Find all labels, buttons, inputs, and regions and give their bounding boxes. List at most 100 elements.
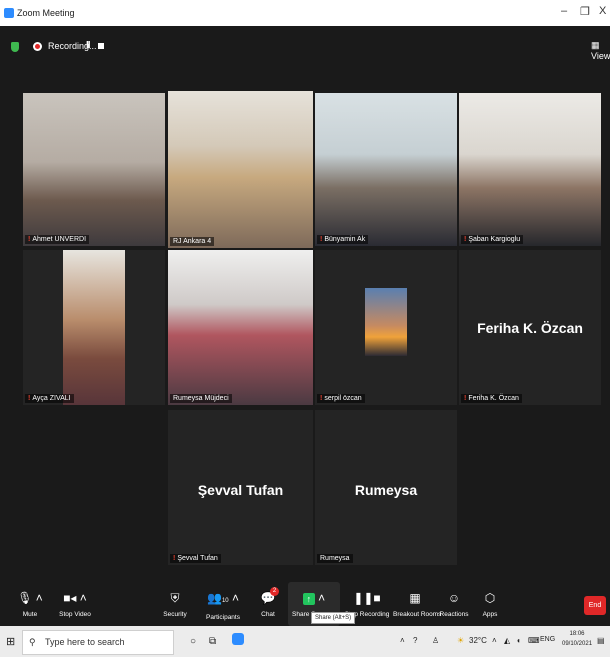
participant-display-name: Şevval Tufan — [197, 482, 284, 498]
mic-muted-icon: ! — [28, 236, 31, 243]
video-feed — [63, 250, 125, 405]
stop-video-button[interactable]: ■◂ ˄ Stop Video — [52, 582, 98, 626]
video-feed — [315, 93, 457, 246]
reactions-label: Reactions — [439, 611, 469, 618]
chat-button[interactable]: 💬 Chat 2 — [256, 582, 280, 626]
end-meeting-button[interactable]: End — [584, 596, 606, 615]
participant-name-tag: Rumeysa Müjdeci — [170, 394, 232, 403]
participants-icon: 👥10 ˄ — [207, 591, 239, 605]
breakout-rooms-icon: ▦ — [409, 591, 421, 605]
people-icon[interactable]: ♙ — [432, 636, 439, 645]
participant-name-tag: ! serpil özcan — [317, 394, 365, 403]
reactions-button[interactable]: ☺ Reactions — [439, 582, 469, 626]
mute-button[interactable]: 🎙 ˄ Mute — [12, 582, 48, 626]
view-label: View — [591, 51, 610, 61]
security-button[interactable]: ⛨ Security — [160, 582, 190, 626]
window-title-bar: Zoom Meeting – ❐ X — [0, 0, 610, 26]
network-icon[interactable]: ◭ — [504, 636, 510, 645]
participant-name-tag: ! Bünyamin Ak — [317, 235, 369, 244]
participants-label: Participants — [206, 614, 240, 621]
chat-unread-badge: 2 — [270, 587, 279, 596]
share-screen-icon: ↑ ˄ — [288, 591, 340, 605]
window-title: Zoom Meeting — [17, 8, 75, 18]
view-button[interactable]: ▦ View — [591, 40, 610, 61]
breakout-rooms-button[interactable]: ▦ Breakout Rooms — [393, 582, 442, 626]
stop-recording-icon[interactable] — [98, 43, 104, 49]
participant-name: Şaban Kargioglu — [468, 236, 521, 243]
tray-chevron-up-icon[interactable]: ˄ — [492, 636, 497, 645]
video-tile[interactable]: ! Ayça ZIVALI — [23, 250, 165, 405]
help-icon[interactable]: ? — [413, 636, 417, 645]
participant-name: Ahmet UNVERDI — [32, 236, 87, 243]
clock-date: 09/10/2021 — [562, 641, 593, 647]
minimize-button[interactable]: – — [561, 5, 567, 17]
language-indicator[interactable]: ENG — [540, 636, 555, 643]
search-placeholder: Type here to search — [45, 637, 125, 647]
weather-temperature[interactable]: 32°C — [469, 636, 487, 645]
mic-muted-icon: ! — [173, 555, 176, 562]
close-button[interactable]: X — [599, 5, 606, 17]
pause-recording-button[interactable]: II — [86, 40, 90, 51]
meeting-top-bar: Recording... II ▦ View — [0, 26, 610, 64]
video-camera-icon: ■◂ ˄ — [63, 591, 87, 605]
zoom-app-icon[interactable] — [232, 633, 244, 645]
video-tile[interactable]: ! serpil özcan — [315, 250, 457, 405]
apps-button[interactable]: ⬡ Apps — [478, 582, 502, 626]
video-feed — [168, 91, 313, 248]
mic-muted-icon: ! — [320, 395, 323, 402]
stop-video-label: Stop Video — [59, 611, 91, 618]
restore-button[interactable]: ❐ — [580, 5, 590, 18]
participant-name: Bünyamin Ak — [324, 236, 366, 243]
participant-name-tag: ! Şevval Tufan — [170, 554, 221, 563]
shield-icon[interactable] — [11, 42, 19, 52]
shield-icon: ⛨ — [170, 591, 180, 605]
video-tile-active-speaker[interactable]: RJ Ankara 4 — [168, 91, 313, 248]
chat-label: Chat — [261, 611, 275, 618]
video-tile[interactable]: Rumeysa Rumeysa — [315, 410, 457, 565]
participants-button[interactable]: 👥10 ˄ Participants — [200, 582, 246, 626]
video-feed — [168, 250, 313, 405]
video-tile[interactable]: Şevval Tufan ! Şevval Tufan — [168, 410, 313, 565]
pause-stop-icon: ❚❚■ — [353, 591, 381, 605]
meeting-toolbar: 🎙 ˄ Mute ■◂ ˄ Stop Video ⛨ Security 👥10 … — [0, 582, 610, 626]
recording-icon — [33, 42, 42, 51]
video-tile[interactable]: Feriha K. Özcan ! Feriha K. Özcan — [459, 250, 601, 405]
reactions-icon: ☺ — [447, 591, 461, 605]
apps-label: Apps — [482, 611, 498, 618]
participant-name: Rumeysa Müjdeci — [173, 395, 229, 402]
participant-name: Şevval Tufan — [177, 555, 218, 562]
microphone-icon: 🎙 ˄ — [17, 591, 43, 605]
grid-icon: ▦ — [591, 40, 600, 50]
windows-start-icon[interactable]: ⊞ — [6, 635, 15, 648]
participant-name-tag: ! Ahmet UNVERDI — [25, 235, 90, 244]
mic-muted-icon: ! — [28, 395, 31, 402]
video-tile[interactable]: ! Ahmet UNVERDI — [23, 93, 165, 246]
breakout-rooms-label: Breakout Rooms — [393, 611, 442, 618]
security-label: Security — [163, 611, 187, 618]
video-tile[interactable]: Rumeysa Müjdeci — [168, 250, 313, 405]
video-tile[interactable]: ! Şaban Kargioglu — [459, 93, 601, 246]
share-tooltip: Share (Alt+S) — [311, 612, 356, 624]
notifications-icon[interactable]: ▤ — [597, 636, 605, 645]
participant-name-tag: ! Şaban Kargioglu — [461, 235, 524, 244]
volume-icon[interactable]: ◖ — [516, 636, 521, 645]
mic-muted-icon: ! — [464, 395, 467, 402]
video-tile[interactable]: ! Bünyamin Ak — [315, 93, 457, 246]
windows-taskbar: ⊞ ⚲ Type here to search ○ ⧉ ˄ ? ♙ ☀ 32°C… — [0, 626, 610, 657]
search-icon: ⚲ — [29, 637, 36, 647]
mic-muted-icon: ! — [320, 236, 323, 243]
video-feed — [23, 93, 165, 246]
keyboard-icon[interactable]: ⌨ — [528, 636, 540, 645]
mic-muted-icon: ! — [464, 236, 467, 243]
zoom-logo-icon — [4, 8, 14, 18]
cortana-icon[interactable]: ○ — [190, 636, 196, 647]
clock[interactable]: 18:06 09/10/2021 — [562, 629, 592, 649]
mute-label: Mute — [22, 611, 38, 618]
participant-name-tag: Rumeysa — [317, 554, 353, 563]
task-view-icon[interactable]: ⧉ — [209, 636, 216, 647]
taskbar-search-box[interactable]: ⚲ Type here to search — [22, 630, 174, 655]
weather-icon: ☀ — [457, 636, 465, 645]
clock-time: 18:06 — [569, 631, 585, 637]
participant-display-name: Feriha K. Özcan — [477, 320, 583, 336]
tray-chevron-icon[interactable]: ˄ — [400, 636, 405, 645]
